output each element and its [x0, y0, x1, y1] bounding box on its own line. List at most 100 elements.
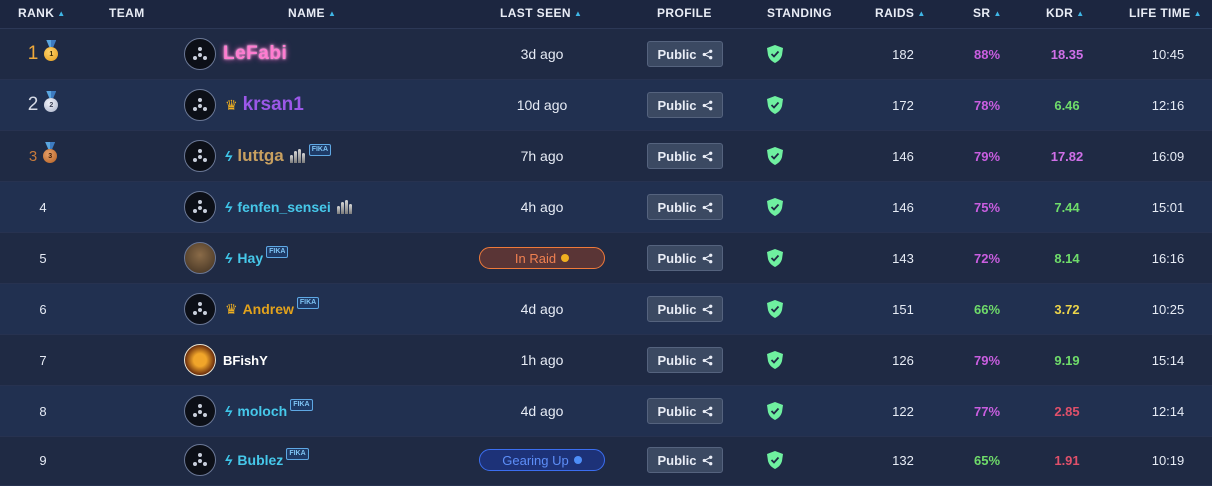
player-name[interactable]: krsan1 [243, 94, 304, 116]
player-name[interactable]: Bublez [237, 452, 283, 468]
table-row[interactable]: 7 BFishY 1h ago Public 126 79% 9.19 15:1… [0, 335, 1212, 386]
public-profile-button[interactable]: Public [647, 398, 723, 424]
bolt-icon: ϟ [225, 199, 233, 215]
share-icon [702, 100, 712, 110]
public-profile-button[interactable]: Public [647, 194, 723, 220]
col-sr[interactable]: SR ▲ [973, 6, 1002, 20]
col-life-time[interactable]: LIFE TIME ▲ [1129, 6, 1202, 20]
player-cell[interactable]: ϟ Bublez FIKA [184, 435, 504, 485]
public-profile-button[interactable]: Public [647, 92, 723, 118]
sort-icon[interactable]: ▲ [993, 9, 1001, 18]
table-row[interactable]: 8 ϟ moloch FIKA 4d ago Public 122 77% 2.… [0, 386, 1212, 437]
rank-cell: 2 2 [0, 80, 86, 130]
share-icon [702, 455, 712, 465]
standing-cell [760, 233, 790, 283]
player-name[interactable]: BFishY [223, 353, 268, 368]
public-profile-button[interactable]: Public [647, 41, 723, 67]
raids: 182 [892, 46, 914, 62]
player-cell[interactable]: ♛ Andrew FIKA [184, 284, 504, 334]
shield-icon [767, 249, 783, 267]
status-dot-icon [561, 254, 570, 262]
public-profile-button[interactable]: Public [647, 143, 723, 169]
rank-number: 7 [39, 352, 47, 368]
ammo-icon [336, 200, 353, 214]
avatar[interactable] [184, 140, 216, 172]
avatar[interactable] [184, 191, 216, 223]
bolt-icon: ϟ [225, 452, 233, 468]
player-cell[interactable]: ϟ moloch FIKA [184, 386, 504, 436]
fika-tag: FIKA [308, 144, 332, 156]
public-profile-button[interactable]: Public [647, 447, 723, 473]
table-row[interactable]: 6 ♛ Andrew FIKA 4d ago Public 151 66% 3.… [0, 284, 1212, 335]
last-seen: Gearing Up [472, 435, 612, 485]
avatar[interactable] [184, 444, 216, 476]
avatar[interactable] [184, 242, 216, 274]
last-seen: 4h ago [520, 199, 564, 215]
standing-cell [760, 131, 790, 181]
life-time: 12:16 [1151, 97, 1185, 113]
sort-icon[interactable]: ▲ [57, 9, 65, 18]
rank-cell: 1 1 [0, 29, 86, 79]
shield-icon [767, 147, 783, 165]
rank-number: 2 [27, 94, 39, 115]
sort-icon[interactable]: ▲ [574, 9, 582, 18]
player-cell[interactable]: ϟ fenfen_sensei [184, 182, 504, 232]
rank-number: 8 [39, 403, 47, 419]
public-profile-button[interactable]: Public [647, 296, 723, 322]
profile-cell: Public [646, 435, 724, 485]
bolt-icon: ϟ [225, 250, 233, 266]
avatar[interactable] [184, 89, 216, 121]
player-name[interactable]: Hay [237, 250, 263, 266]
player-name[interactable]: fenfen_sensei [237, 199, 330, 215]
player-cell[interactable]: ϟ Hay FIKA [184, 233, 504, 283]
kdr: 1.91 [1054, 452, 1080, 468]
player-name[interactable]: luttga [237, 146, 283, 166]
kdr: 8.14 [1054, 250, 1080, 266]
player-cell[interactable]: ϟ luttga FIKA [184, 131, 504, 181]
gold-medal-icon: 1 [44, 47, 59, 61]
col-name[interactable]: NAME ▲ [288, 6, 336, 20]
fika-tag: FIKA [286, 448, 309, 460]
life-time: 12:14 [1151, 403, 1185, 419]
avatar[interactable] [184, 38, 216, 70]
bolt-icon: ϟ [225, 148, 233, 164]
table-row[interactable]: 3 3 ϟ luttga FIKA 7h ago Public 146 79% … [0, 131, 1212, 182]
public-profile-button[interactable]: Public [647, 347, 723, 373]
player-name[interactable]: LeFabi [223, 43, 287, 65]
col-raids[interactable]: RAIDS ▲ [875, 6, 926, 20]
player-cell[interactable]: BFishY [184, 335, 504, 385]
sort-icon[interactable]: ▲ [328, 9, 336, 18]
table-row[interactable]: 4 ϟ fenfen_sensei 4h ago Public 146 75% … [0, 182, 1212, 233]
col-rank[interactable]: RANK ▲ [18, 6, 66, 20]
avatar[interactable] [184, 395, 216, 427]
last-seen: 10d ago [516, 97, 568, 113]
sort-icon[interactable]: ▲ [1194, 9, 1202, 18]
share-icon [702, 49, 712, 59]
player-cell[interactable]: ♛ krsan1 [184, 80, 504, 130]
sort-icon[interactable]: ▲ [917, 9, 925, 18]
gearing-up-status: Gearing Up [479, 449, 605, 471]
in-raid-status: In Raid [479, 247, 605, 269]
table-row[interactable]: 2 2 ♛ krsan1 10d ago Public 172 78% 6.46… [0, 80, 1212, 131]
avatar[interactable] [184, 293, 216, 325]
fika-tag: FIKA [290, 399, 313, 411]
leaderboard-table: RANK ▲ TEAM NAME ▲ LAST SEEN ▲ PROFILE STAN… [0, 0, 1212, 486]
col-last-seen[interactable]: LAST SEEN ▲ [500, 6, 582, 20]
crown-icon: ♛ [225, 300, 238, 317]
life-time: 10:25 [1151, 301, 1185, 317]
last-seen: 7h ago [520, 148, 564, 164]
player-name[interactable]: Andrew [243, 301, 294, 317]
table-row[interactable]: 5 ϟ Hay FIKA In Raid Public 143 72% 8.14… [0, 233, 1212, 284]
player-cell[interactable]: LeFabi [184, 29, 504, 79]
sort-icon[interactable]: ▲ [1076, 9, 1084, 18]
avatar[interactable] [184, 344, 216, 376]
survival-rate: 78% [973, 97, 1001, 113]
public-profile-button[interactable]: Public [647, 245, 723, 271]
table-row[interactable]: 9 ϟ Bublez FIKA Gearing Up Public 132 65… [0, 435, 1212, 486]
player-name[interactable]: moloch [237, 403, 287, 419]
raids: 151 [892, 301, 914, 317]
table-row[interactable]: 1 1 LeFabi 3d ago Public 182 88% 18.35 1… [0, 29, 1212, 80]
life-time: 10:19 [1151, 452, 1185, 468]
standing-cell [760, 80, 790, 130]
col-kdr[interactable]: KDR ▲ [1046, 6, 1085, 20]
